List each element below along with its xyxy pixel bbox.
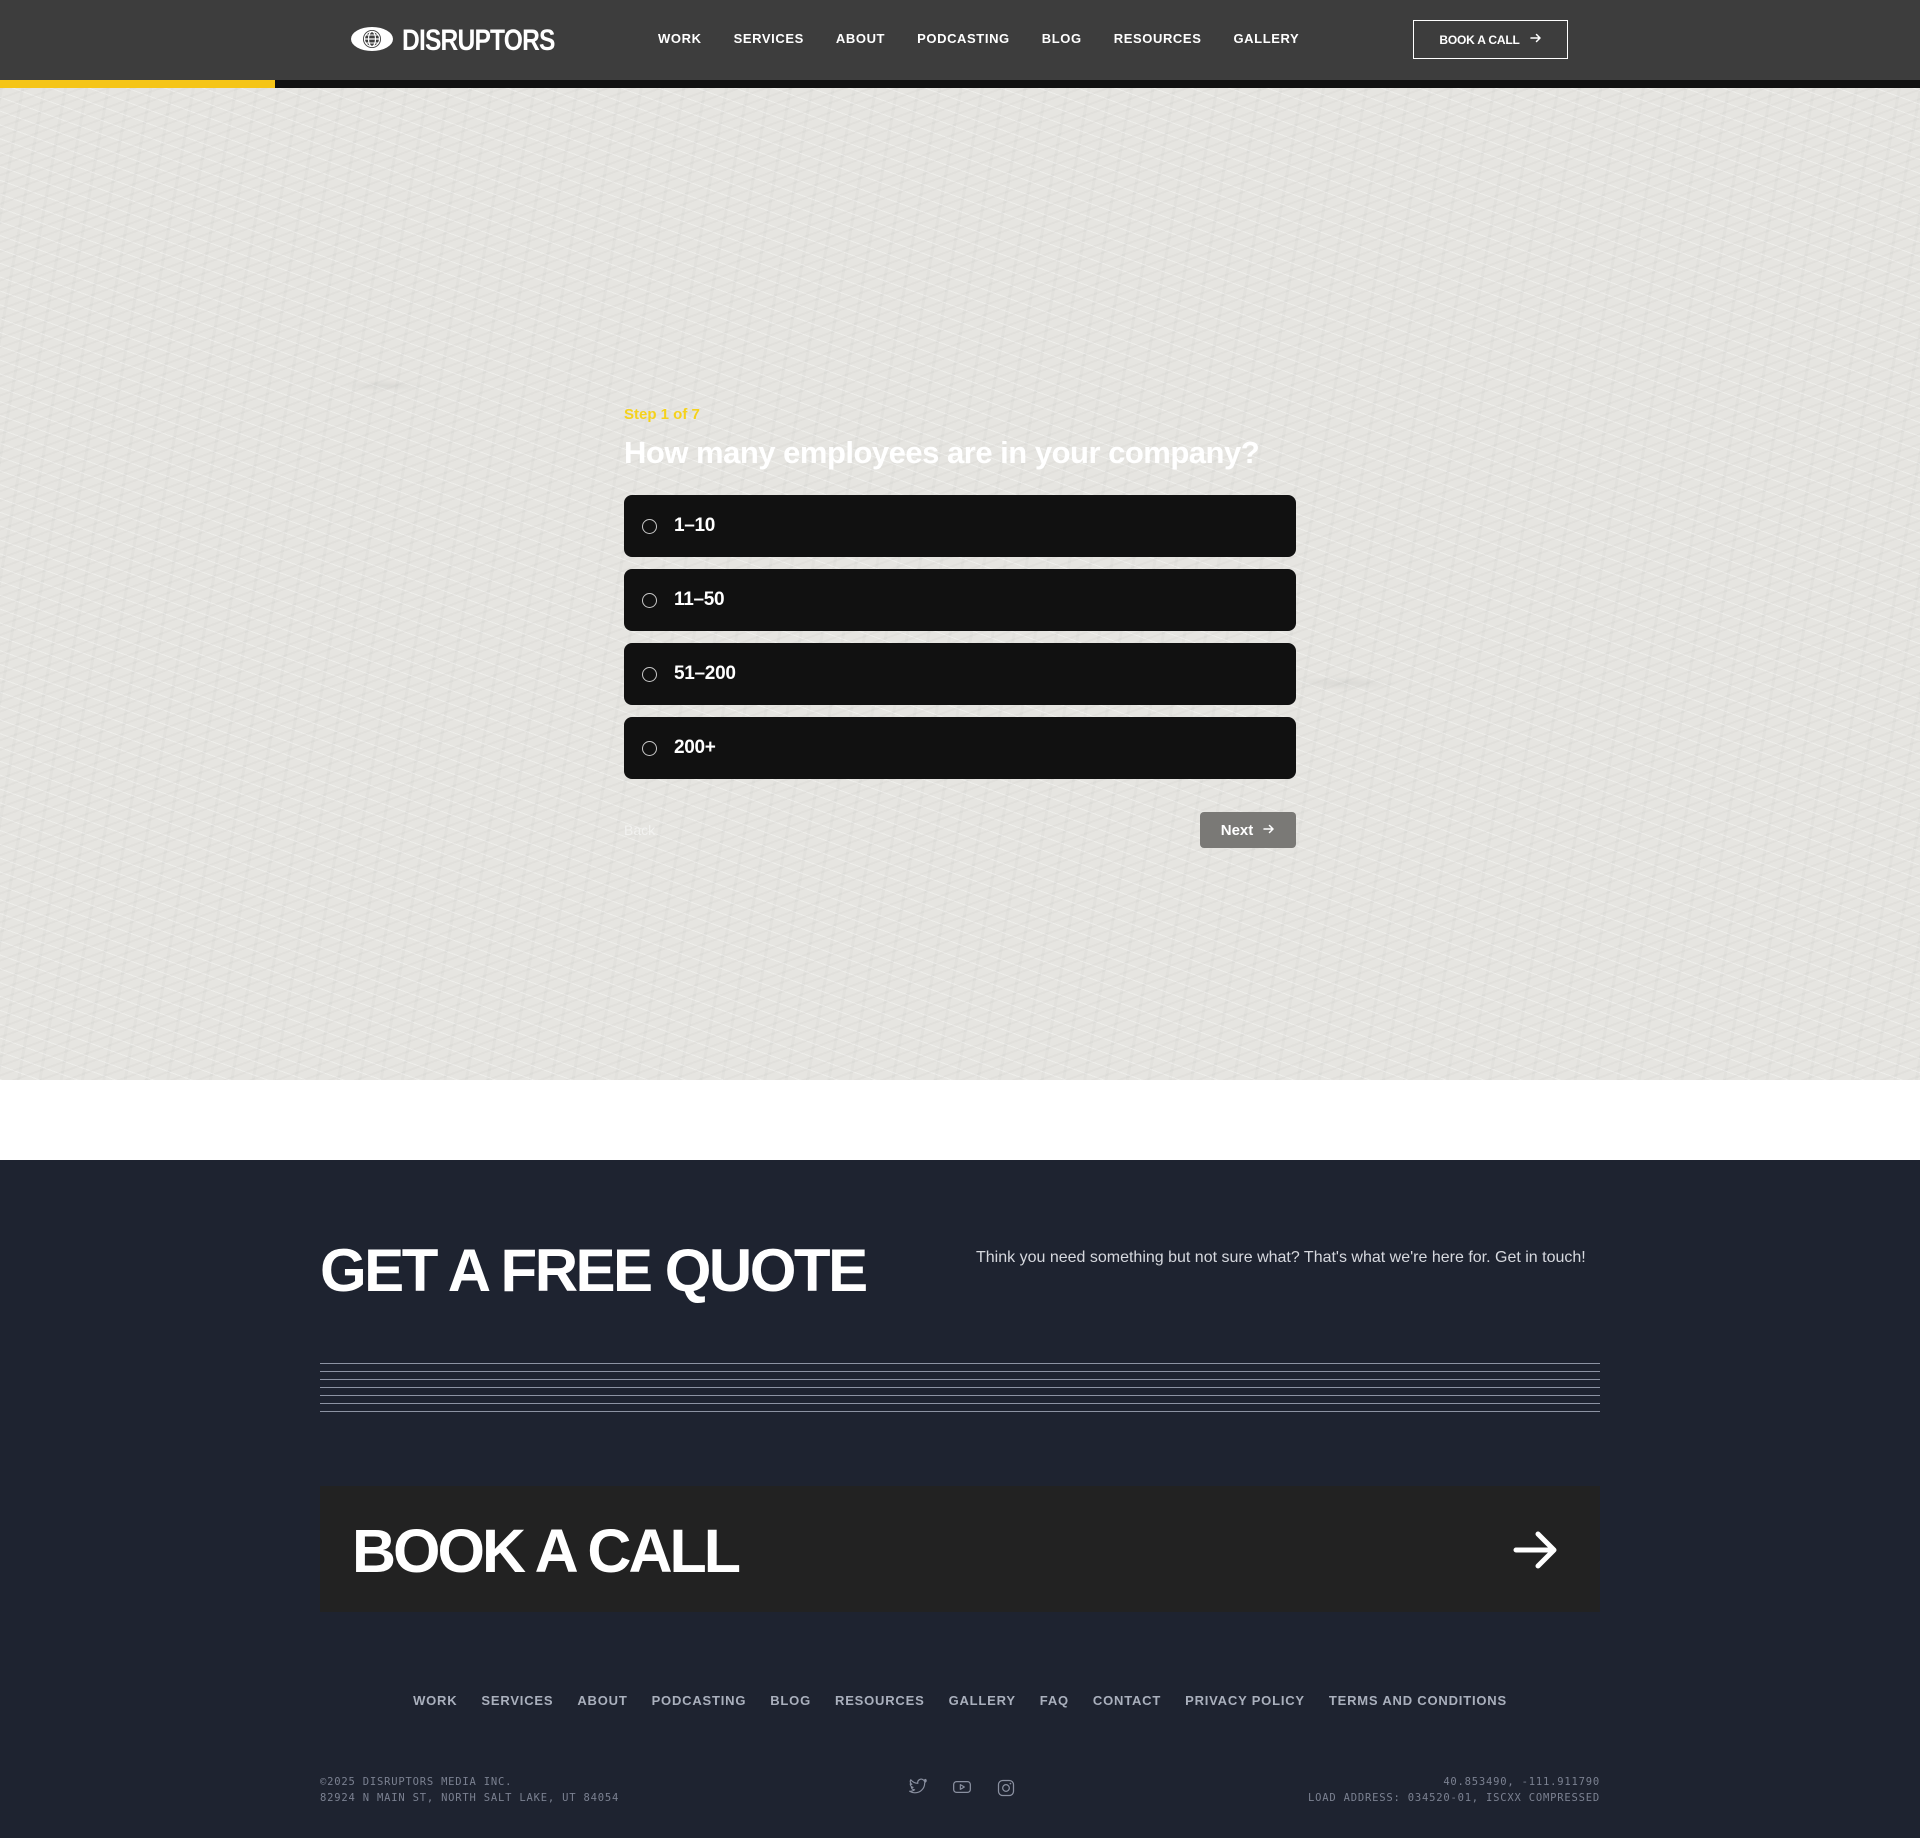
book-a-call-banner[interactable]: BOOK A CALL xyxy=(320,1486,1600,1612)
footer-nav-work[interactable]: WORK xyxy=(413,1693,457,1708)
option-label: 1–10 xyxy=(674,515,716,536)
quiz-progress-fill xyxy=(0,80,275,88)
nav-blog[interactable]: BLOG xyxy=(1042,31,1082,46)
footer-nav: WORK SERVICES ABOUT PODCASTING BLOG RESO… xyxy=(0,1693,1920,1708)
quiz-section: Step 1 of 7 How many employees are in yo… xyxy=(0,88,1920,1080)
copyright-text: ©2025 DISRUPTORS MEDIA INC. xyxy=(320,1776,513,1788)
twitter-icon[interactable] xyxy=(908,1778,928,1798)
radio-button[interactable] xyxy=(642,592,657,608)
footer-nav-services[interactable]: SERVICES xyxy=(481,1693,553,1708)
footer-nav-gallery[interactable]: GALLERY xyxy=(949,1693,1016,1708)
footer-nav-terms[interactable]: TERMS AND CONDITIONS xyxy=(1329,1693,1507,1708)
nav-work[interactable]: WORK xyxy=(658,31,702,46)
footer-nav-contact[interactable]: CONTACT xyxy=(1093,1693,1161,1708)
arrow-right-icon xyxy=(1263,822,1275,839)
nav-resources[interactable]: RESOURCES xyxy=(1114,31,1202,46)
quiz-progress-bar xyxy=(0,80,1920,88)
quiz-navigation: Back Next xyxy=(624,812,1296,848)
book-a-call-label: BOOK A CALL xyxy=(1439,32,1520,47)
logo-wordmark: DISRUPTORS xyxy=(402,24,555,57)
step-indicator: Step 1 of 7 xyxy=(624,406,700,423)
option-1-10[interactable]: 1–10 xyxy=(624,495,1296,557)
next-label: Next xyxy=(1220,821,1254,839)
nav-services[interactable]: SERVICES xyxy=(734,31,804,46)
footer-nav-privacy-policy[interactable]: PRIVACY POLICY xyxy=(1185,1693,1305,1708)
option-200-plus[interactable]: 200+ xyxy=(624,717,1296,779)
load-address-text: LOAD ADDRESS: 034520-01, ISCXX COMPRESSE… xyxy=(1308,1792,1600,1804)
address-text: 82924 N MAIN ST, NORTH SALT LAKE, UT 840… xyxy=(320,1792,620,1804)
youtube-icon[interactable] xyxy=(952,1778,972,1798)
arrow-right-icon xyxy=(1529,32,1542,47)
globe-eye-icon xyxy=(350,25,394,58)
radio-button[interactable] xyxy=(642,518,657,534)
site-footer: GET A FREE QUOTE Think you need somethin… xyxy=(0,1160,1920,1838)
quiz-question: How many employees are in your company? xyxy=(624,435,1260,470)
option-11-50[interactable]: 11–50 xyxy=(624,569,1296,631)
nav-podcasting[interactable]: PODCASTING xyxy=(917,31,1010,46)
next-button[interactable]: Next xyxy=(1200,812,1296,848)
book-a-call-banner-label: BOOK A CALL xyxy=(352,1517,741,1585)
radio-button[interactable] xyxy=(642,740,657,756)
nav-about[interactable]: ABOUT xyxy=(836,31,885,46)
main-nav: WORK SERVICES ABOUT PODCASTING BLOG RESO… xyxy=(658,31,1299,46)
instagram-icon[interactable] xyxy=(996,1778,1016,1798)
social-links xyxy=(908,1778,1016,1798)
quiz-form: Step 1 of 7 How many employees are in yo… xyxy=(624,406,1296,848)
option-list: 1–10 11–50 51–200 200+ xyxy=(624,495,1296,779)
footer-nav-about[interactable]: ABOUT xyxy=(577,1693,627,1708)
decorative-lines xyxy=(320,1363,1600,1419)
footer-nav-faq[interactable]: FAQ xyxy=(1040,1693,1069,1708)
option-label: 51–200 xyxy=(674,663,736,684)
radio-button[interactable] xyxy=(642,666,657,682)
coordinates-text: 40.853490, -111.911790 xyxy=(1443,1776,1600,1788)
arrow-right-icon xyxy=(1512,1526,1560,1579)
back-button[interactable]: Back xyxy=(624,822,655,838)
site-header: DISRUPTORS WORK SERVICES ABOUT PODCASTIN… xyxy=(0,0,1920,80)
footer-nav-podcasting[interactable]: PODCASTING xyxy=(652,1693,747,1708)
footer-nav-blog[interactable]: BLOG xyxy=(770,1693,811,1708)
option-51-200[interactable]: 51–200 xyxy=(624,643,1296,705)
option-label: 11–50 xyxy=(674,589,725,610)
copyright-block: ©2025 DISRUPTORS MEDIA INC. 82924 N MAIN… xyxy=(320,1774,619,1806)
free-quote-heading: GET A FREE QUOTE xyxy=(320,1237,868,1304)
nav-gallery[interactable]: GALLERY xyxy=(1233,31,1299,46)
coordinates-block: 40.853490, -111.911790 LOAD ADDRESS: 034… xyxy=(1308,1774,1600,1806)
book-a-call-button[interactable]: BOOK A CALL xyxy=(1413,20,1568,59)
footer-nav-resources[interactable]: RESOURCES xyxy=(835,1693,925,1708)
logo[interactable]: DISRUPTORS xyxy=(350,24,588,58)
option-label: 200+ xyxy=(674,737,716,758)
free-quote-text: Think you need something but not sure wh… xyxy=(976,1249,1586,1266)
